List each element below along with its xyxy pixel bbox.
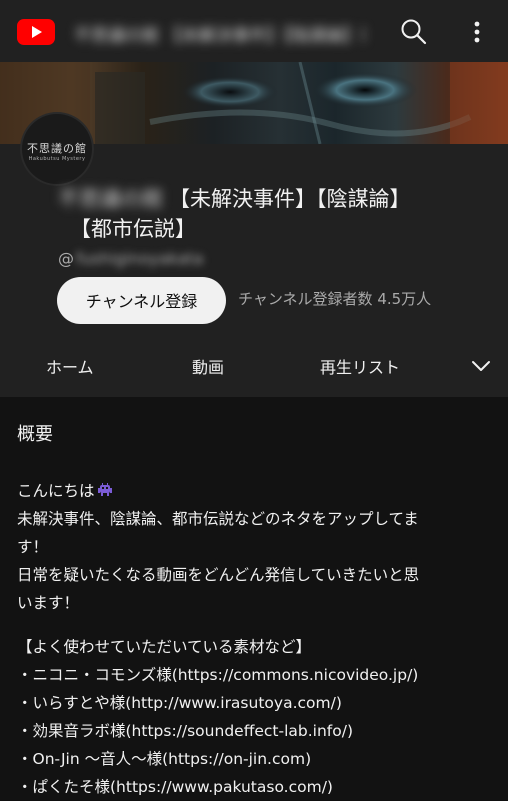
channel-tabs: ホーム 動画 再生リスト — [0, 342, 508, 392]
description-link-line[interactable]: ・ぱくたそ様(https://www.pakutaso.com/) — [17, 773, 497, 801]
channel-avatar[interactable]: 不思議の館 Hakubutsu Mystery — [22, 114, 92, 184]
description-link-line[interactable]: ・On-Jin 〜音人〜様(https://on-jin.com) — [17, 745, 497, 773]
channel-title-blurred: 不思議の館 【未解決事件】【陰謀論】【都市伝説】 — [74, 26, 364, 43]
description-line: います！ — [17, 594, 80, 612]
description-line: 未解決事件、陰謀論、都市伝説などのネタをアップしてま — [17, 510, 419, 528]
about-title: 概要 — [17, 424, 53, 445]
subscribe-button[interactable]: チャンネル登録 — [57, 277, 226, 324]
description-link-line[interactable]: ・いらすとや様(http://www.irasutoya.com/) — [17, 689, 497, 717]
handle-blurred: fushiginoyakata — [76, 249, 204, 268]
tab-videos[interactable]: 動画 — [192, 354, 224, 378]
subscriber-count: チャンネル登録者数 4.5万人 — [238, 290, 432, 308]
description-link-line[interactable]: ・効果音ラボ様(https://soundeffect-lab.info/) — [17, 717, 497, 745]
about-section: 概要 こんにちは 未解決事件、陰謀論、都市伝説などのネタをアップしてま す！ 日… — [0, 397, 508, 800]
description-line: 日常を疑いたくなる動画をどんどん発信していきたいと思 — [17, 566, 420, 584]
alien-monster-icon — [97, 478, 113, 496]
description-line: こんにちは — [17, 477, 497, 505]
tab-playlists[interactable]: 再生リスト — [320, 354, 400, 378]
search-icon[interactable] — [398, 16, 430, 48]
channel-name-line1: 【未解決事件】【陰謀論】 — [169, 187, 411, 211]
channel-name-line2: 【都市伝説】 — [70, 217, 196, 241]
tab-home[interactable]: ホーム — [46, 354, 94, 378]
channel-name: 不思議の館 【未解決事件】【陰謀論】 【都市伝説】 — [58, 184, 478, 244]
description-link-line[interactable]: ・ニコニ・コモンズ様(https://commons.nicovideo.jp/… — [17, 661, 497, 689]
avatar-logo-subtext: Hakubutsu Mystery — [28, 156, 86, 162]
top-app-bar: 不思議の館 【未解決事件】【陰謀論】【都市伝説】 — [0, 0, 508, 62]
channel-description: こんにちは 未解決事件、陰謀論、都市伝説などのネタをアップしてま す！ 日常を疑… — [17, 477, 497, 801]
description-line: す！ — [17, 538, 49, 556]
chevron-down-icon[interactable] — [470, 355, 492, 377]
handle-prefix: @ — [58, 249, 74, 268]
avatar-logo-text: 不思議の館 — [27, 142, 87, 155]
youtube-logo-icon[interactable] — [17, 19, 55, 45]
channel-handle: @ fushiginoyakata — [58, 249, 203, 271]
channel-name-blurred: 不思議の館 — [58, 187, 163, 211]
more-vertical-icon[interactable] — [462, 16, 492, 48]
description-line: 【よく使わせていただいている素材など】 — [17, 638, 312, 656]
